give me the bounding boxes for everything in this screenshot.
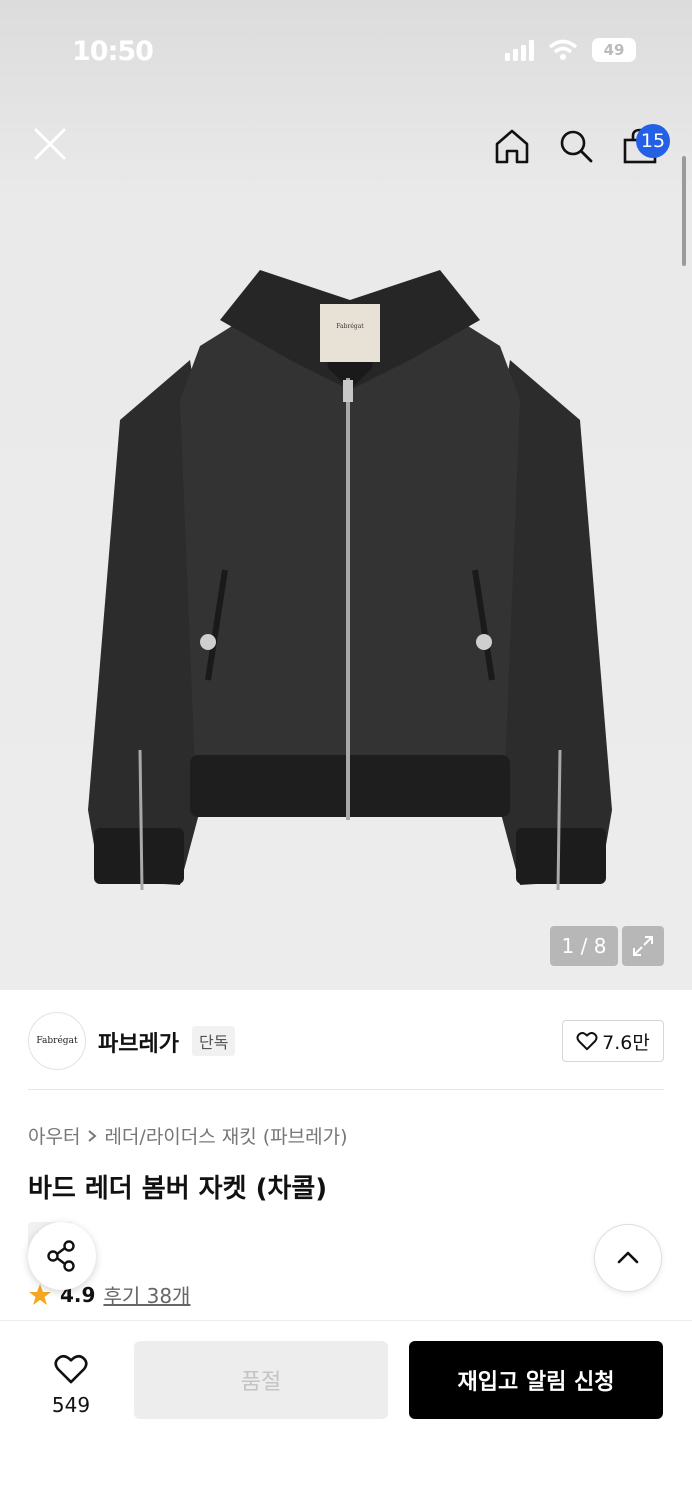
status-bar: 10:50 49 (0, 0, 692, 100)
product-title: 바드 레더 봄버 자켓 (차콜) (28, 1174, 328, 1204)
heart-icon (576, 1032, 598, 1051)
brand-logo[interactable]: Fabrégat (28, 1012, 86, 1070)
wishlist-button[interactable]: 549 (36, 1345, 106, 1425)
home-button[interactable] (488, 122, 536, 170)
brand-like-count: 7.6만 (602, 1031, 650, 1054)
review-link[interactable]: 후기 38개 (103, 1280, 190, 1309)
heart-icon (54, 1354, 88, 1384)
scroll-top-button[interactable] (594, 1224, 662, 1292)
close-button[interactable] (24, 118, 76, 170)
search-icon (560, 130, 593, 163)
restock-alert-button[interactable]: 재입고 알림 신청 (409, 1341, 663, 1419)
image-counter: 1 / 8 (550, 926, 618, 966)
breadcrumb: 아우터 레더/라이더스 재킷 (파브레가) (28, 1122, 348, 1149)
status-icons: 49 (505, 38, 636, 62)
expand-icon (633, 936, 653, 956)
expand-button[interactable] (622, 926, 664, 966)
brand-like-button[interactable]: 7.6만 (562, 1020, 664, 1062)
chevron-right-icon (88, 1129, 98, 1142)
status-time: 10:50 (72, 36, 154, 67)
share-icon (47, 1240, 75, 1272)
brand-name[interactable]: 파브레가 (98, 1026, 179, 1058)
breadcrumb-item-outer[interactable]: 아우터 (28, 1122, 80, 1149)
chevron-up-icon (617, 1251, 639, 1264)
close-icon (34, 128, 66, 160)
wifi-icon (548, 39, 578, 60)
battery-icon: 49 (592, 38, 636, 62)
divider (28, 1089, 664, 1090)
cart-count-badge: 15 (636, 124, 670, 158)
top-nav (0, 118, 692, 178)
signal-icon (505, 39, 534, 61)
neck-label: Fabrégat (336, 323, 364, 330)
brand-exclusive-tag: 단독 (192, 1026, 236, 1056)
search-button[interactable] (552, 122, 600, 170)
breadcrumb-item-category[interactable]: 레더/라이더스 재킷 (파브레가) (104, 1122, 347, 1149)
share-button[interactable] (28, 1222, 96, 1290)
home-icon (495, 129, 529, 164)
wishlist-count: 549 (51, 1393, 91, 1417)
brand-row[interactable]: Fabrégat 파브레가 단독 7.6만 (28, 1012, 664, 1072)
soldout-button[interactable]: 품절 (134, 1341, 388, 1419)
bottom-action-bar: 549 품절 재입고 알림 신청 (0, 1320, 692, 1500)
product-image[interactable]: Fabrégat (60, 250, 640, 910)
